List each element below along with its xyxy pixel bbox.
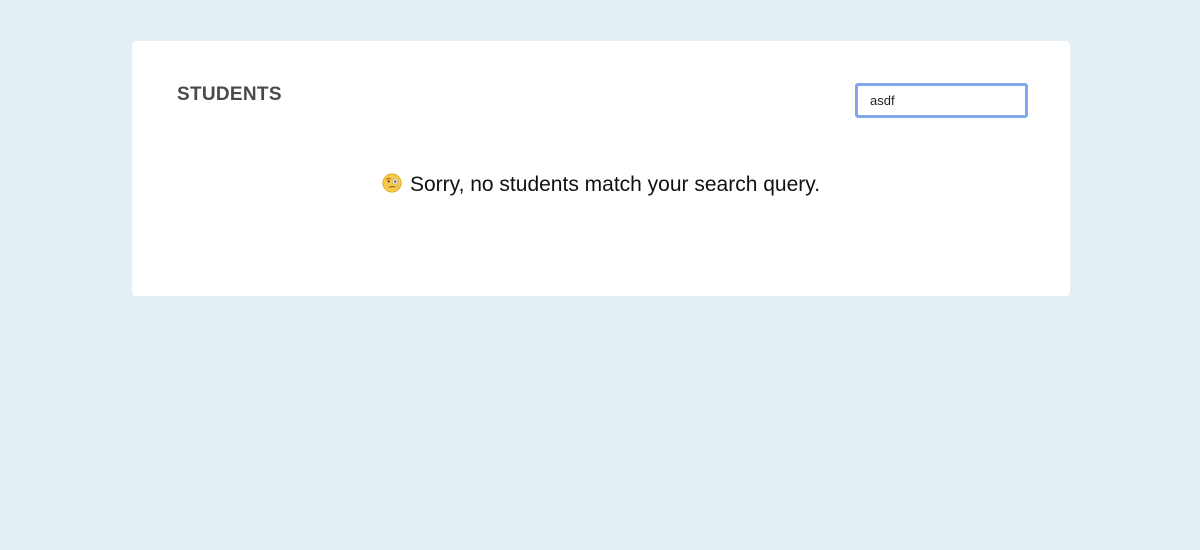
page-title: STUDENTS <box>177 84 282 105</box>
empty-state: Sorry, no students match your search que… <box>132 172 1070 198</box>
empty-state-message: Sorry, no students match your search que… <box>409 173 821 196</box>
students-card: STUDENTS Sorry, no students match your s… <box>132 41 1070 296</box>
face-with-monocle-icon <box>382 173 402 193</box>
search-input[interactable] <box>855 83 1028 118</box>
